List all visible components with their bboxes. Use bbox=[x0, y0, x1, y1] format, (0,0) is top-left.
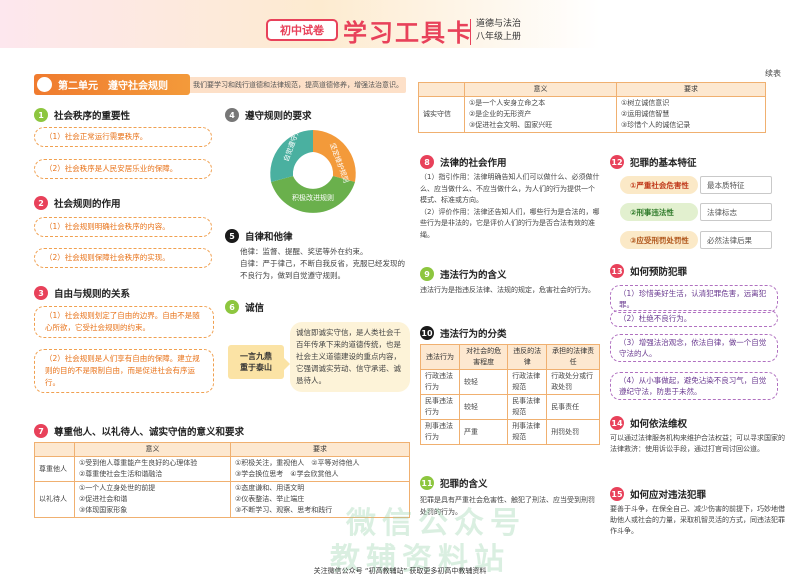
feature-1: ① 严重社会危害性 bbox=[620, 176, 698, 194]
header-badge: 初中试卷 bbox=[266, 19, 338, 41]
section-6-heading: 6 诚信 bbox=[225, 300, 264, 314]
s15-text: 要善于斗争，在保全自己、减少伤害的前提下，巧妙地借助他人或社会的力量，采取机智灵… bbox=[610, 505, 785, 535]
s14-text: 可以通过法律服务机构来维护合法权益；可以寻求国家的法律救济：使用诉讼手段，通过打… bbox=[610, 434, 785, 453]
section-9-heading: 9 违法行为的含义 bbox=[420, 267, 507, 281]
section-10-heading: 10 违法行为的分类 bbox=[420, 326, 507, 340]
section-14-heading: 14 如何依法维权 bbox=[610, 416, 687, 430]
s13-item-2: （2）杜绝不良行为。 bbox=[610, 310, 778, 327]
integrity-tag: 一言九鼎 重于泰山 bbox=[228, 345, 284, 379]
s8-text: （1）指引作用：法律明确告知人们可以做什么、必须做什么、应当做什么、不应当做什么… bbox=[420, 173, 600, 239]
table-row: 刑事违法行为 严重 刑事法律规范 刑罚处罚 bbox=[420, 419, 600, 445]
section-15-heading: 15 如何应对违法犯罪 bbox=[610, 487, 706, 501]
section-8-heading: 8 法律的社会作用 bbox=[420, 155, 507, 169]
rules-cycle-diagram: 自觉遵守规则 坚定维护规则 积极改进规则 bbox=[270, 124, 356, 213]
s13-item-1: （1）珍惜美好生活，认清犯罪危害，远离犯罪。 bbox=[610, 285, 778, 313]
section-11-heading: 11 犯罪的含义 bbox=[420, 476, 488, 490]
unit-description: 我们要学习和践行道德和法律规范，提高道德修养，增强法治意识。 bbox=[193, 81, 403, 89]
s3-item-1: （1）社会规则划定了自由的边界。自由不是随心所欲，它受社会规则的约束。 bbox=[34, 306, 214, 338]
feature-3-value: 必然法律后果 bbox=[700, 231, 772, 249]
s3-item-2: （2）社会规则是人们享有自由的保障。建立规则的目的不是限制自由，而是促进社会有序… bbox=[34, 349, 214, 393]
s9-text: 违法行为是指违反法律、法规的规定，危害社会的行为。 bbox=[420, 286, 595, 294]
s2-item-1: （1）社会规则明确社会秩序的内容。 bbox=[34, 217, 212, 237]
feature-1-value: 最本质特征 bbox=[700, 176, 772, 194]
feature-2-value: 法律标志 bbox=[700, 203, 772, 221]
table-row: 尊重他人 ①受到他人尊重能产生良好的心理体验 ②尊重使社会生活和谐融洽 ①积极关注，重… bbox=[34, 456, 410, 482]
section-5-heading: 5 自律和他律 bbox=[225, 229, 293, 243]
feature-2: ② 刑事违法性 bbox=[620, 203, 698, 221]
section-4-heading: 4 遵守规则的要求 bbox=[225, 108, 312, 122]
cycle-label-3: 积极改进规则 bbox=[292, 193, 334, 202]
section-3-heading: 3 自由与规则的关系 bbox=[34, 286, 130, 300]
section-1-heading: 1 社会秩序的重要性 bbox=[34, 108, 130, 122]
s2-item-2: （2）社会规则保障社会秩序的实现。 bbox=[34, 248, 212, 268]
table-row: 诚实守信 ①是一个人安身立命之本 ②是企业的无形资产 ③促进社会文明、国家兴旺 ①树立诚… bbox=[418, 96, 766, 133]
unit-label: 第二单元 遵守社会规则 bbox=[34, 74, 190, 95]
s5-text: 他律：监督、提醒、奖惩等外在约束。 自律：严于律己，不断自我反省，克服已经发现的不… bbox=[240, 247, 405, 280]
s13-item-4: （4）从小事做起，避免沾染不良习气，自觉遵纪守法，防患于未然。 bbox=[610, 372, 778, 400]
header-divider bbox=[470, 19, 471, 45]
section-2-heading: 2 社会规则的作用 bbox=[34, 196, 121, 210]
honesty-table: 意义 要求 诚实守信 ①是一个人安身立命之本 ②是企业的无形资产 ③促进社会文明、国家兴… bbox=[418, 82, 766, 133]
continued-label: 续表 bbox=[765, 69, 781, 78]
section-7-heading: 7 尊重他人、以礼待人、诚实守信的意义和要求 bbox=[34, 424, 244, 438]
footer-text: 关注微信公众号 “初高教辅站” 获取更多初高中教辅资料 bbox=[313, 567, 487, 575]
violation-table: 违法行为 对社会的危害程度 违反的法律 承担的法律责任 行政违法行为 较轻 行政法律规范行… bbox=[420, 344, 600, 445]
s13-item-3: （3）增强法治观念，依法自律，做一个自觉守法的人。 bbox=[610, 334, 778, 362]
section-13-heading: 13 如何预防犯罪 bbox=[610, 264, 687, 278]
section-12-heading: 12 犯罪的基本特征 bbox=[610, 155, 697, 169]
page-title: 学习工具卡 bbox=[343, 19, 473, 47]
s1-item-1: （1）社会正常运行需要秩序。 bbox=[34, 127, 212, 147]
feature-3: ③ 应受刑罚处罚性 bbox=[620, 231, 698, 249]
subject-label: 道德与法治 八年级上册 bbox=[476, 19, 522, 42]
table-row: 民事违法行为 较轻 民事法律规范 民事责任 bbox=[420, 394, 600, 420]
integrity-text: 诚信即诚实守信，是人类社会千百年传承下来的道德传统，也是社会主义道德建设的重点内… bbox=[290, 322, 410, 392]
unit-icon bbox=[37, 77, 52, 92]
table-row: 行政违法行为 较轻 行政法律规范 行政处分或行政处罚 bbox=[420, 369, 600, 395]
s1-item-2: （2）社会秩序是人民安居乐业的保障。 bbox=[34, 159, 212, 179]
